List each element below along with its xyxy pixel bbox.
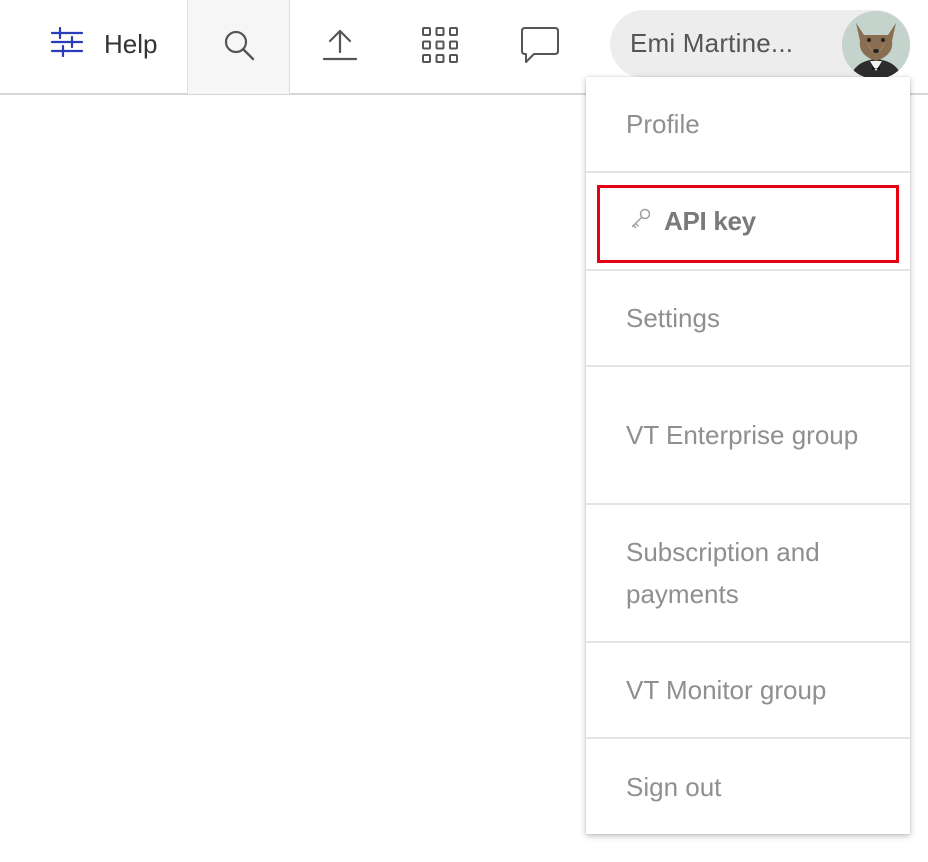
menu-item-label: Profile [626, 109, 700, 139]
chat-button[interactable] [500, 0, 580, 94]
apps-button[interactable] [400, 0, 480, 94]
help-button[interactable]: Help [50, 22, 157, 66]
apps-grid-icon [421, 26, 459, 69]
menu-item-label: VT Monitor group [626, 675, 827, 705]
menu-item-api-key[interactable]: API key [586, 173, 910, 271]
menu-item-settings[interactable]: Settings [586, 271, 910, 367]
chat-icon [520, 25, 560, 70]
key-icon [630, 207, 652, 234]
menu-item-label: VT Enterprise group [626, 420, 859, 450]
menu-item-profile[interactable]: Profile [586, 77, 910, 173]
user-dropdown-menu: Profile API key Settings VT Enterprise g… [586, 77, 910, 834]
search-button[interactable] [187, 0, 290, 94]
menu-item-sign-out[interactable]: Sign out [586, 739, 910, 834]
menu-item-label: Subscription and payments [626, 537, 820, 609]
menu-item-vt-enterprise-group[interactable]: VT Enterprise group [586, 367, 910, 505]
menu-item-label: Sign out [626, 771, 722, 802]
user-menu-button[interactable]: Emi Martine... [610, 10, 910, 79]
user-name: Emi Martine... [630, 28, 794, 58]
avatar [842, 11, 910, 79]
upload-icon [322, 28, 358, 67]
menu-item-vt-monitor-group[interactable]: VT Monitor group [586, 643, 910, 739]
search-icon [222, 28, 256, 67]
menu-item-subscription-and-payments[interactable]: Subscription and payments [586, 505, 910, 643]
menu-item-label: Settings [626, 303, 720, 333]
upload-button[interactable] [300, 0, 380, 94]
menu-item-label: API key [664, 206, 756, 236]
help-label: Help [104, 28, 158, 59]
sliders-icon [50, 26, 84, 62]
